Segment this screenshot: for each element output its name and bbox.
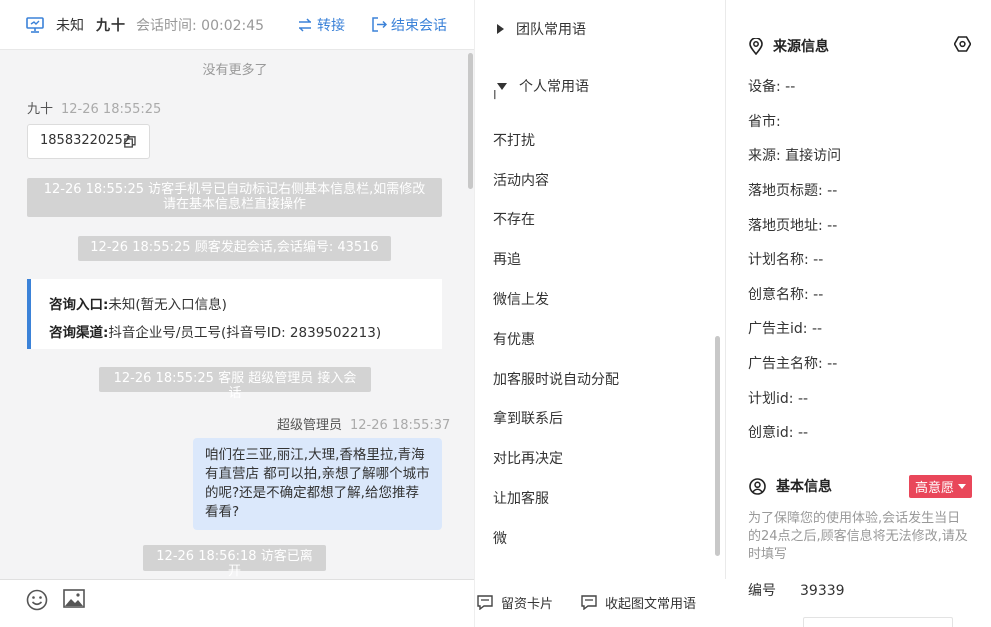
collapse-phrases-label: 收起图文常用语 (605, 597, 697, 612)
chat-header: 未知 九十 会话时间: 00:02:45 转接 结束会话 (0, 0, 474, 50)
agent-msg-time: 12-26 18:55:37 (350, 418, 451, 433)
end-session-label: 结束会话 (391, 17, 447, 34)
end-session-button[interactable]: 结束会话 (371, 15, 447, 35)
consult-entry-value: 未知(暂无入口信息) (108, 297, 227, 313)
consult-channel-label: 咨询渠道: (49, 325, 109, 341)
settings-icon[interactable] (954, 36, 971, 52)
transfer-button[interactable]: 转接 (297, 15, 345, 35)
agent-sender-line: 超级管理员 12-26 18:55:37 (277, 414, 450, 433)
agent-sender-name: 超级管理员 (277, 418, 343, 433)
system-message-visitor-left: 12-26 18:56:18 访客已离开 (143, 545, 326, 579)
source-field-region: 省市: (748, 114, 781, 130)
basic-info-title: 基本信息 (749, 476, 832, 496)
visitor-sender-line: 九十 12-26 18:55:25 (27, 98, 161, 117)
location-pin-icon (749, 37, 763, 55)
system-message-session-start: 12-26 18:55:25 顾客发起会话,会话编号: 43516 (78, 236, 391, 261)
phrase-group-team-label: 团队常用语 (516, 22, 586, 38)
session-timer-value: 00:02:45 (201, 17, 265, 34)
chat-input-toolbar (0, 579, 474, 627)
intent-level-label: 高意愿 (915, 481, 955, 496)
source-field-advertiser-name: 广告主名称: -- (748, 356, 838, 372)
source-field-source: 来源: 直接访问 (748, 148, 842, 164)
chat-workspace: 未知 九十 会话时间: 00:02:45 转接 结束会话 没有更多了 九十 12-… (0, 0, 991, 627)
system-message-phone-marked: 12-26 18:55:25 访客手机号已自动标记右侧基本信息栏,如需修改请在基… (27, 178, 442, 217)
phrase-item[interactable]: 有优惠 (493, 329, 535, 349)
copy-icon[interactable] (124, 136, 136, 148)
transfer-label: 转接 (317, 17, 345, 34)
consult-channel-value: 抖音企业号/员工号(抖音号ID: 2839502213) (108, 325, 382, 341)
image-icon[interactable] (63, 589, 85, 609)
source-info-title: 来源信息 (749, 36, 829, 56)
source-field-creative-name: 创意名称: -- (748, 287, 824, 303)
message-square-icon (581, 595, 597, 610)
caret-down-icon (958, 484, 967, 489)
phrase-item[interactable]: 不打扰 (493, 130, 535, 150)
intent-level-dropdown[interactable]: 高意愿 (909, 475, 973, 498)
transfer-icon (299, 17, 311, 32)
phrase-item[interactable]: 微信上发 (493, 289, 549, 309)
visitor-id-label: 编号 (748, 583, 776, 599)
system-message-agent-joined: 12-26 18:55:25 客服 超级管理员 接入会话 (99, 367, 371, 401)
edit-deadline-note: 为了保障您的使用体验,会话发生当日的24点之后,顾客信息将无法修改,请及时填写 (748, 511, 968, 562)
basic-info-title-text: 基本信息 (776, 479, 832, 495)
phrase-group-personal-label: 个人常用语 (519, 79, 589, 95)
visitor-name: 九十 (96, 17, 126, 34)
chat-pane: 未知 九十 会话时间: 00:02:45 转接 结束会话 没有更多了 九十 12-… (0, 0, 474, 627)
message-list[interactable]: 没有更多了 九十 12-26 18:55:25 18583220252 12-26… (0, 51, 474, 579)
visitor-msg-time: 12-26 18:55:25 (61, 102, 162, 117)
source-field-landing-url: 落地页地址: -- (748, 218, 838, 234)
user-circle-icon (749, 477, 766, 495)
session-timer: 会话时间: 00:02:45 (136, 15, 264, 35)
phrase-item[interactable]: 微 (493, 528, 507, 548)
consult-channel-row: 咨询渠道:抖音企业号/员工号(抖音号ID: 2839502213) (49, 319, 424, 347)
source-field-advertiser-id: 广告主id: -- (748, 321, 823, 337)
consult-entry-row: 咨询入口:未知(暂无入口信息) (49, 291, 424, 319)
source-field-plan-name: 计划名称: -- (748, 252, 824, 268)
phrase-item[interactable]: 拿到联系后 (493, 408, 563, 428)
phrase-item[interactable]: 再追 (493, 249, 521, 269)
phrase-group-personal[interactable]: 个人常用语 (497, 76, 697, 100)
source-field-landing-title: 落地页标题: -- (748, 183, 838, 199)
visitor-info-pane: 来源信息 设备: -- 省市: 来源: 直接访问 落地页标题: -- 落地页地址… (727, 0, 991, 627)
chat-scrollbar[interactable] (468, 53, 473, 189)
visitor-sender-name: 九十 (27, 102, 54, 117)
phrase-group-team[interactable]: 团队常用语 (497, 19, 586, 39)
message-square-icon (477, 595, 493, 610)
source-field-plan-id: 计划id: -- (748, 391, 809, 407)
emoji-icon[interactable] (26, 589, 48, 611)
visitor-message-text: 18583220252 (40, 133, 131, 148)
consult-info-card: 咨询入口:未知(暂无入口信息) 咨询渠道:抖音企业号/员工号(抖音号ID: 28… (27, 279, 442, 349)
visitor-message-bubble[interactable]: 18583220252 (27, 124, 150, 159)
no-more-label: 没有更多了 (202, 63, 268, 78)
phrases-pane: 团队常用语 问价格 个人常用语 不打扰 活动内容 不存在 再追 微信上发 有优惠… (474, 0, 727, 627)
monitor-icon (26, 16, 44, 33)
collapse-phrases-button[interactable]: 收起图文常用语 (581, 593, 696, 612)
phrase-item[interactable]: 对比再决定 (493, 448, 563, 468)
phrase-item[interactable]: 让加客服 (493, 488, 549, 508)
phrases-scrollbar[interactable] (715, 336, 720, 556)
next-field-input[interactable] (803, 617, 953, 627)
logout-icon (372, 17, 387, 32)
agent-message-bubble[interactable]: 咱们在三亚,丽江,大理,香格里拉,青海有直营店 都可以拍,亲想了解哪个城市的呢?… (193, 438, 442, 530)
lead-card-button[interactable]: 留资卡片 (477, 593, 553, 612)
caret-down-icon (497, 82, 507, 90)
consult-entry-label: 咨询入口: (49, 297, 109, 313)
session-timer-label: 会话时间: (136, 17, 197, 34)
phrase-item[interactable]: 加客服时说自动分配 (493, 369, 619, 389)
source-info-title-text: 来源信息 (773, 39, 829, 55)
visitor-id-value: 39339 (800, 583, 845, 599)
phrase-item[interactable]: 不存在 (493, 209, 535, 229)
visitor-status: 未知 (56, 17, 84, 34)
caret-right-icon (497, 24, 504, 34)
phrase-item[interactable]: 活动内容 (493, 170, 549, 190)
visitor-id-row: 编号 39339 (748, 580, 845, 600)
source-field-device: 设备: -- (748, 79, 796, 95)
phrases-footer: 留资卡片 收起图文常用语 (475, 579, 727, 627)
source-field-creative-id: 创意id: -- (748, 425, 809, 441)
lead-card-label: 留资卡片 (501, 597, 554, 612)
